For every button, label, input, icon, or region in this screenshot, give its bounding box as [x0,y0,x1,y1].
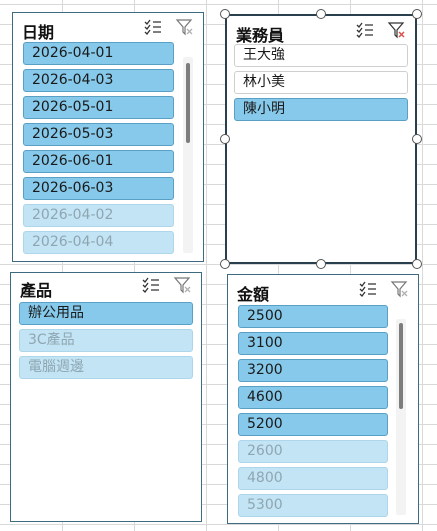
scrollbar-thumb[interactable] [186,63,190,143]
scrollbar[interactable] [183,57,193,253]
slicer-header: 產品 [11,273,201,305]
multi-select-icon[interactable] [143,17,163,37]
amount-item[interactable]: 2600 [238,440,388,463]
resize-handle-bottom[interactable] [316,259,326,269]
multi-select-icon[interactable] [358,279,378,299]
resize-handle-right[interactable] [412,134,422,144]
slicer-title: 業務員 [236,26,285,45]
product-item[interactable]: 3C產品 [19,329,193,352]
slicer-header: 金額 [228,275,418,307]
date-item[interactable]: 2026-04-04 [23,231,174,254]
multi-select-icon[interactable] [355,20,375,40]
product-item[interactable]: 電腦週邊 [19,356,193,379]
product-item[interactable]: 辦公用品 [19,302,193,325]
date-item[interactable]: 2026-04-01 [23,42,174,65]
amount-item[interactable]: 5300 [238,494,388,517]
slicer-title: 產品 [20,281,53,300]
slicer-title: 金額 [237,285,270,304]
amount-item[interactable]: 4800 [238,467,388,490]
scrollbar-thumb[interactable] [399,323,403,409]
salesperson-item[interactable]: 王大強 [234,44,408,67]
resize-handle-top-left[interactable] [220,9,230,19]
date-slicer[interactable]: 日期 2026-04-01 2026-04-03 2026-05-01 2026… [12,12,204,262]
date-item[interactable]: 2026-04-02 [23,204,174,227]
clear-filter-icon[interactable] [387,20,407,40]
resize-handle-bottom-right[interactable] [412,259,422,269]
salesperson-item[interactable]: 陳小明 [234,98,408,121]
date-item[interactable]: 2026-05-01 [23,96,174,119]
date-item[interactable]: 2026-05-03 [23,123,174,146]
multi-select-icon[interactable] [141,275,161,295]
product-slicer[interactable]: 產品 辦公用品 3C產品 電腦週邊 [10,272,202,522]
clear-filter-icon[interactable] [173,275,193,295]
amount-item[interactable]: 3100 [238,332,388,355]
slicer-title: 日期 [22,23,55,42]
resize-handle-top-right[interactable] [412,9,422,19]
salesperson-slicer[interactable]: 業務員 王大強 林小美 陳小明 [225,14,417,264]
amount-item[interactable]: 4600 [238,386,388,409]
amount-slicer[interactable]: 金額 2500 3100 3200 4600 5200 2600 4800 53… [227,274,419,524]
date-item[interactable]: 2026-06-03 [23,177,174,200]
resize-handle-bottom-left[interactable] [220,259,230,269]
clear-filter-icon[interactable] [175,17,195,37]
amount-item[interactable]: 5200 [238,413,388,436]
resize-handle-top[interactable] [316,9,326,19]
amount-item[interactable]: 3200 [238,359,388,382]
amount-item[interactable]: 2500 [238,305,388,328]
date-item[interactable]: 2026-06-01 [23,150,174,173]
scrollbar[interactable] [396,319,406,515]
slicer-header: 日期 [13,13,203,45]
clear-filter-icon[interactable] [390,279,410,299]
resize-handle-left[interactable] [220,134,230,144]
date-item[interactable]: 2026-04-03 [23,69,174,92]
salesperson-item[interactable]: 林小美 [234,71,408,94]
